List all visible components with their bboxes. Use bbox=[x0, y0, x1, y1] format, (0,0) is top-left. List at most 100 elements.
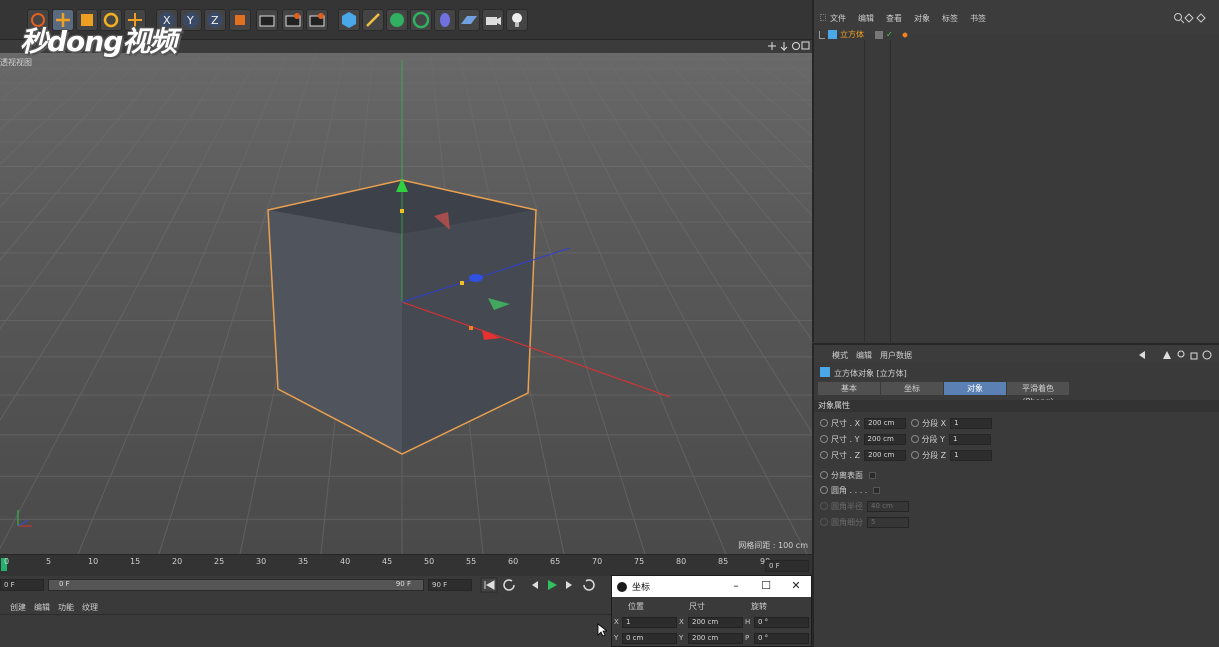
tab-coordinates[interactable]: 坐标 bbox=[881, 382, 943, 395]
menu-tags[interactable]: 标签 bbox=[942, 13, 958, 34]
fillet-radius-field: 40 cm bbox=[867, 500, 909, 512]
animate-radio-icon[interactable] bbox=[820, 435, 828, 443]
segments-x-field[interactable]: 1 bbox=[950, 417, 993, 429]
animate-radio-icon[interactable] bbox=[820, 471, 828, 479]
floor-object-icon[interactable] bbox=[458, 9, 480, 31]
viewport-scene[interactable] bbox=[0, 40, 812, 554]
menu-function[interactable]: 功能 bbox=[58, 602, 74, 614]
rot-axis-label: P bbox=[745, 634, 750, 642]
timeline-tick-label: 10 bbox=[88, 557, 99, 566]
timeline-tick-label: 60 bbox=[508, 557, 519, 566]
separate-surfaces-row: 分离表面 bbox=[820, 469, 876, 481]
separate-surfaces-checkbox[interactable] bbox=[869, 471, 876, 479]
size-header: 尺寸 bbox=[689, 602, 705, 611]
phong-tag-icon[interactable] bbox=[901, 30, 909, 39]
rotation-h-field[interactable]: 0 ° bbox=[754, 616, 809, 628]
coordinates-dialog: 坐标 – ☐ ✕ 位置 尺寸 旋转 X 1 X 200 cm H 0 ° Y 0… bbox=[611, 575, 812, 647]
panel-grip-icon bbox=[820, 14, 826, 21]
coord-row-1: X 1 X 200 cm H 0 ° bbox=[612, 615, 811, 629]
y-axis-lock-icon[interactable]: Y bbox=[180, 9, 202, 31]
svg-text:Z: Z bbox=[211, 14, 219, 27]
timeline-tick-label: 55 bbox=[466, 557, 477, 566]
timeline-tick-label: 35 bbox=[298, 557, 309, 566]
segments-y-field[interactable]: 1 bbox=[948, 433, 991, 445]
animate-radio-icon[interactable] bbox=[911, 419, 920, 427]
close-icon[interactable]: ✕ bbox=[789, 579, 803, 593]
enabled-check-icon[interactable]: ✓ bbox=[886, 30, 894, 39]
cube-object-icon bbox=[820, 367, 830, 377]
segments-z-field[interactable]: 1 bbox=[950, 449, 993, 461]
viewport-nav-icons[interactable] bbox=[766, 40, 810, 52]
attribute-nav-icons[interactable] bbox=[1135, 349, 1215, 361]
animate-radio-icon[interactable] bbox=[911, 451, 920, 459]
animate-radio-icon[interactable] bbox=[910, 435, 919, 443]
pos-axis-label: Y bbox=[614, 634, 619, 642]
animate-radio-icon[interactable] bbox=[820, 486, 828, 494]
start-frame-field[interactable]: 0 F bbox=[0, 579, 44, 591]
tab-object[interactable]: 对象 bbox=[944, 382, 1006, 395]
object-manager-tool-icons[interactable] bbox=[1173, 12, 1213, 24]
position-y-field[interactable]: 0 cm bbox=[622, 632, 677, 644]
z-axis-lock-icon[interactable]: Z bbox=[204, 9, 226, 31]
timeline-ruler[interactable]: 051015202530354045505560657075808590 0 F bbox=[0, 554, 812, 576]
size-y-field[interactable]: 200 cm bbox=[863, 433, 906, 445]
dialog-titlebar[interactable]: 坐标 – ☐ ✕ bbox=[612, 576, 811, 597]
size-axis-label: Y bbox=[679, 634, 684, 642]
animate-radio-icon[interactable] bbox=[820, 451, 828, 459]
mouse-cursor-icon bbox=[597, 623, 607, 637]
render-to-picture-viewer-icon[interactable] bbox=[282, 9, 304, 31]
maximize-icon[interactable]: ☐ bbox=[759, 579, 773, 593]
tab-phong[interactable]: 平滑着色(Phong) bbox=[1007, 382, 1069, 406]
size-x-field[interactable]: 200 cm bbox=[688, 616, 743, 628]
minimize-icon[interactable]: – bbox=[729, 579, 743, 593]
tree-line bbox=[819, 30, 825, 39]
menu-texture[interactable]: 纹理 bbox=[82, 602, 98, 614]
tab-basic[interactable]: 基本 bbox=[818, 382, 880, 395]
rotation-p-field[interactable]: 0 ° bbox=[754, 632, 809, 644]
deformer-icon[interactable] bbox=[434, 9, 456, 31]
watermark-logo: 秒dong视频 bbox=[20, 25, 177, 58]
menu-user-data[interactable]: 用户数据 bbox=[880, 350, 912, 362]
fillet-radius-row: 圆角半径 40 cm bbox=[820, 500, 909, 512]
light-icon[interactable] bbox=[506, 9, 528, 31]
menu-edit[interactable]: 编辑 bbox=[34, 602, 50, 614]
timeline-tick-label: 25 bbox=[214, 557, 225, 566]
animate-radio-icon[interactable] bbox=[820, 419, 828, 427]
coordinate-system-icon[interactable] bbox=[229, 9, 251, 31]
timeline-tick-label: 40 bbox=[340, 557, 351, 566]
visibility-toggle-icon[interactable] bbox=[875, 30, 883, 39]
position-x-field[interactable]: 1 bbox=[622, 616, 677, 628]
cube-primitive-icon[interactable] bbox=[338, 9, 360, 31]
material-manager-area[interactable] bbox=[0, 614, 612, 647]
size-z-row: 尺寸 . Z 200 cm 分段 Z 1 bbox=[820, 449, 993, 461]
render-view-icon[interactable] bbox=[256, 9, 278, 31]
render-settings-icon[interactable] bbox=[306, 9, 328, 31]
menu-bookmarks[interactable]: 书签 bbox=[970, 13, 986, 34]
size-y-field[interactable]: 200 cm bbox=[688, 632, 743, 644]
camera-icon[interactable] bbox=[482, 9, 504, 31]
object-manager: 文件 编辑 查看 对象 标签 书签 立方体 ✓ bbox=[812, 0, 1219, 342]
size-x-label: 尺寸 . X bbox=[831, 418, 861, 428]
end-frame-field[interactable]: 90 F bbox=[428, 579, 472, 591]
size-x-field[interactable]: 200 cm bbox=[864, 417, 907, 429]
fillet-label: 圆角 . . . . bbox=[831, 485, 868, 495]
playback-controls[interactable] bbox=[480, 577, 620, 593]
spline-pen-icon[interactable] bbox=[362, 9, 384, 31]
size-x-row: 尺寸 . X 200 cm 分段 X 1 bbox=[820, 417, 993, 429]
menu-create[interactable]: 创建 bbox=[10, 602, 26, 614]
menu-objects[interactable]: 对象 bbox=[914, 13, 930, 34]
perspective-viewport[interactable]: 透视视图 网格间距 : 100 cm bbox=[0, 40, 812, 554]
object-name[interactable]: 立方体 bbox=[840, 29, 864, 40]
subdivision-surface-icon[interactable] bbox=[386, 9, 408, 31]
fillet-checkbox[interactable] bbox=[873, 486, 881, 494]
step-back-icon bbox=[532, 581, 538, 589]
menu-mode[interactable]: 模式 bbox=[832, 350, 848, 362]
previous-key-icon bbox=[503, 579, 515, 591]
current-frame-field[interactable]: 0 F bbox=[765, 560, 809, 572]
size-z-field[interactable]: 200 cm bbox=[864, 449, 907, 461]
z-axis-handle bbox=[469, 274, 483, 282]
menu-edit[interactable]: 编辑 bbox=[856, 350, 872, 362]
array-generator-icon[interactable] bbox=[410, 9, 432, 31]
frame-range-slider[interactable]: 0 F 90 F bbox=[48, 579, 424, 591]
attribute-manager: 模式 编辑 用户数据 立方体对象 [立方体] 基本 坐标 对象 平滑着色(Pho… bbox=[812, 343, 1219, 647]
